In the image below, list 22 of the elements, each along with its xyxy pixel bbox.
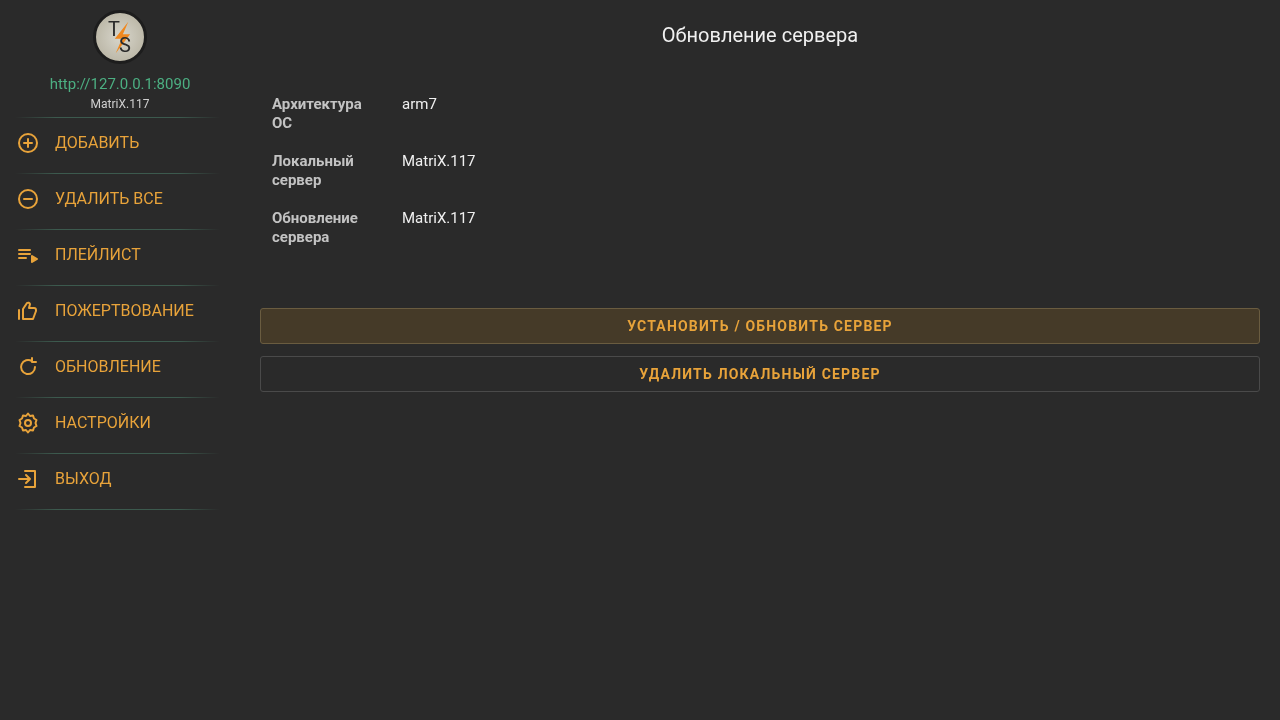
info-value: MatriX.117	[402, 152, 477, 172]
remove-icon	[16, 186, 40, 211]
info-label: Локальный сервер	[272, 152, 355, 190]
menu-item[interactable]: УДАЛИТЬ ВСЕ	[0, 168, 240, 223]
settings-icon	[16, 410, 40, 435]
menu-item[interactable]: ПЛЕЙЛИСТ	[0, 224, 240, 279]
menu-item[interactable]: ДОБАВИТЬ	[0, 112, 240, 167]
menu-item[interactable]: ОБНОВЛЕНИЕ	[0, 336, 240, 391]
action-button[interactable]: УСТАНОВИТЬ / ОБНОВИТЬ СЕРВЕР	[260, 308, 1260, 344]
menu-item[interactable]: ВЫХОД	[0, 448, 240, 503]
logo-icon: T S	[93, 10, 147, 64]
server-url[interactable]: http://127.0.0.1:8090	[0, 75, 240, 93]
info-label: Обновление сервера	[272, 209, 359, 247]
info-value: MatriX.117	[402, 209, 477, 229]
server-version: MatriX.117	[89, 97, 151, 111]
menu-item[interactable]: НАСТРОЙКИ	[0, 392, 240, 447]
page-title: Обновление сервера	[660, 23, 860, 47]
action-button[interactable]: УДАЛИТЬ ЛОКАЛЬНЫЙ СЕРВЕР	[260, 356, 1260, 392]
info-value: arm7	[402, 95, 438, 115]
info-label: Архитектура ОС	[272, 95, 363, 133]
add-icon	[16, 130, 40, 155]
menu-item[interactable]: ПОЖЕРТВОВАНИЕ	[0, 280, 240, 335]
